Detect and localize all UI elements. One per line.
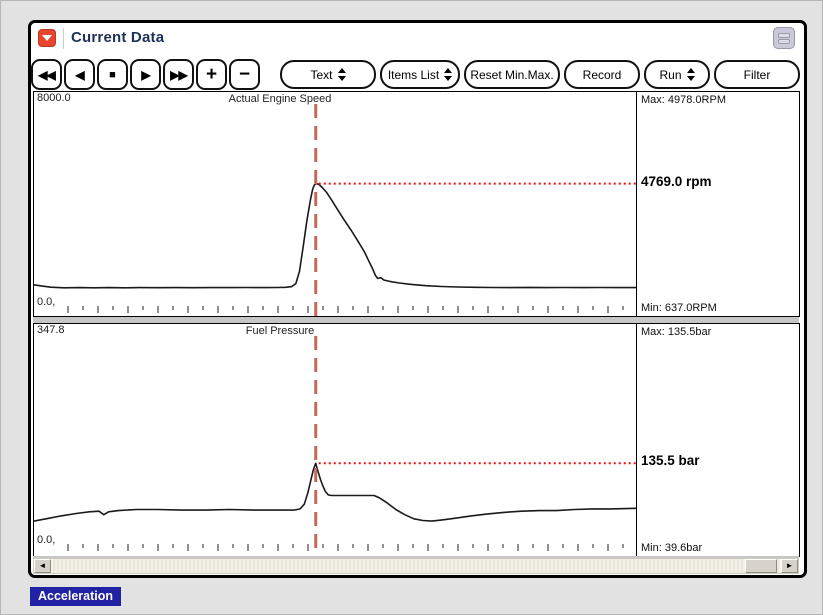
max-value-label: Max: 4978.0RPM (641, 94, 726, 106)
reset-minmax-label: Reset Min.Max. (470, 68, 553, 82)
record-button[interactable]: Record (564, 60, 640, 89)
window-title: Current Data (71, 29, 164, 46)
filter-label: Filter (744, 68, 771, 82)
chart-info-panel-fuel-pressure: Max: 135.5bar 135.5 bar Min: 39.6bar (636, 323, 800, 557)
scrollbar-track[interactable] (51, 559, 781, 573)
items-list-button[interactable]: Items List (380, 60, 460, 89)
transport-step-back-button[interactable]: ◀ (64, 59, 95, 90)
min-value-label: Min: 39.6bar (641, 542, 702, 554)
transport-fast-forward-button[interactable]: ▶▶ (163, 59, 194, 90)
scroll-left-button[interactable]: ◄ (34, 559, 51, 573)
up-down-arrows-icon (687, 68, 695, 81)
chart-plot-fuel-pressure[interactable]: Fuel Pressure347.80.0, (33, 323, 637, 557)
window-menu-button[interactable] (38, 29, 56, 47)
scroll-right-button[interactable]: ► (781, 559, 798, 573)
chart-separator (33, 317, 799, 323)
run-button[interactable]: Run (644, 60, 710, 89)
transport-stop-button[interactable]: ■ (97, 59, 128, 90)
min-value-label: Min: 637.0RPM (641, 302, 717, 314)
display-mode-button[interactable]: Text (280, 60, 376, 89)
up-down-arrows-icon (444, 68, 452, 81)
cursor-value-label: 135.5 bar (641, 453, 700, 468)
up-down-arrows-icon (338, 68, 346, 81)
split-view-icon (774, 33, 794, 44)
transport-zoom-in-button[interactable]: + (196, 59, 227, 90)
chart-row-engine-speed: Actual Engine Speed8000.00.0,Max: 4978.0… (33, 91, 799, 317)
split-view-button[interactable] (773, 27, 795, 49)
transport-zoom-out-button[interactable]: − (229, 59, 260, 90)
page: Current Data ◀◀◀■▶▶▶+− TextItems ListRes… (0, 0, 823, 615)
transport-toolbar: ◀◀◀■▶▶▶+− (31, 59, 260, 90)
cursor-value-label: 4769.0 rpm (641, 174, 712, 189)
dropdown-arrow-icon (42, 35, 52, 41)
status-badge: Acceleration (30, 587, 121, 606)
header-divider (63, 28, 64, 49)
main-window: Current Data ◀◀◀■▶▶▶+− TextItems ListRes… (28, 20, 807, 578)
filter-button[interactable]: Filter (714, 60, 800, 89)
chart-info-panel-engine-speed: Max: 4978.0RPM 4769.0 rpm Min: 637.0RPM (636, 91, 800, 317)
scrollbar-thumb[interactable] (745, 559, 777, 573)
horizontal-scrollbar[interactable]: ◄ ► (33, 558, 799, 574)
chart-row-fuel-pressure: Fuel Pressure347.80.0, Max: 135.5bar 135.5… (33, 323, 799, 557)
chart-plot-engine-speed[interactable]: Actual Engine Speed8000.00.0, (33, 91, 637, 317)
reset-minmax-button[interactable]: Reset Min.Max. (464, 60, 560, 89)
controls-toolbar: Text Items List Reset Min.Max. Record Run Fil… (280, 60, 800, 89)
record-label: Record (583, 68, 622, 82)
items-list-label: Items List (388, 68, 439, 82)
max-value-label: Max: 135.5bar (641, 326, 711, 338)
transport-rewind-button[interactable]: ◀◀ (31, 59, 62, 90)
transport-play-button[interactable]: ▶ (130, 59, 161, 90)
run-label: Run (659, 68, 681, 82)
display-mode-label: Text (310, 68, 332, 82)
